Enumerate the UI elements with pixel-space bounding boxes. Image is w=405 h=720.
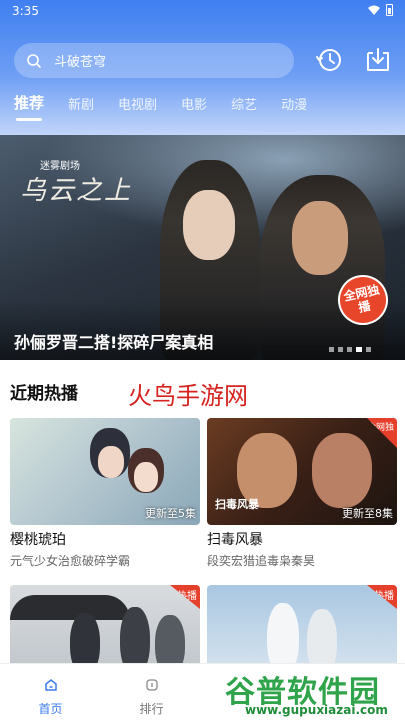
tab-anime[interactable]: 动漫 bbox=[281, 94, 307, 113]
carousel-dot[interactable] bbox=[366, 347, 371, 352]
thumb-face bbox=[312, 433, 372, 508]
show-title: 樱桃琥珀 bbox=[10, 532, 66, 548]
search-icon bbox=[27, 53, 41, 68]
show-description: 段奕宏猎追毒枭秦昊 bbox=[207, 554, 316, 568]
carousel-dot[interactable] bbox=[347, 347, 352, 352]
show-card[interactable]: 热播 bbox=[207, 585, 397, 675]
show-card[interactable]: 更新至5集 樱桃琥珀 元气少女治愈破碎学霸 bbox=[10, 418, 200, 569]
ranking-icon bbox=[145, 679, 158, 691]
battery-icon bbox=[386, 4, 393, 16]
nav-ranking[interactable]: 排行 bbox=[101, 664, 202, 720]
show-description: 元气少女治愈破碎学霸 bbox=[10, 554, 131, 568]
nav-home[interactable]: 首页 bbox=[0, 664, 101, 720]
site-watermark-url: www.gupuxiazai.com bbox=[245, 703, 388, 717]
tab-recommend[interactable]: 推荐 bbox=[14, 92, 44, 121]
banner-caption: 孙俪罗晋二搭!探碎尸案真相 bbox=[14, 333, 214, 352]
carousel-dot[interactable] bbox=[329, 347, 334, 352]
status-icons bbox=[368, 4, 393, 16]
download-icon[interactable] bbox=[363, 45, 393, 75]
tab-movie[interactable]: 电影 bbox=[181, 94, 207, 113]
banner-actress-face bbox=[183, 190, 235, 260]
thumb-face bbox=[134, 462, 158, 492]
show-card[interactable]: 扫毒风暴 全网独播 更新至8集 扫毒风暴 段奕宏猎追毒枭秦昊 bbox=[207, 418, 397, 569]
update-badge: 更新至8集 bbox=[342, 507, 393, 520]
show-card[interactable]: 热播 bbox=[10, 585, 200, 675]
show-thumbnail: 热播 bbox=[10, 585, 200, 675]
banner-show-title: 乌云之上 bbox=[20, 176, 133, 206]
show-thumbnail: 更新至5集 bbox=[10, 418, 200, 525]
carousel-dot[interactable] bbox=[338, 347, 343, 352]
thumb-umbrella bbox=[10, 595, 130, 620]
show-thumbnail: 热播 bbox=[207, 585, 397, 675]
banner-actor-face bbox=[292, 201, 348, 275]
history-icon[interactable] bbox=[315, 45, 345, 75]
thumb-face bbox=[98, 446, 124, 478]
carousel-dots bbox=[329, 347, 371, 352]
nav-home-label: 首页 bbox=[38, 702, 63, 716]
show-title: 扫毒风暴 bbox=[207, 532, 263, 548]
exclusive-tag: 全网独播 bbox=[367, 418, 397, 448]
tab-new-drama[interactable]: 新剧 bbox=[68, 94, 94, 113]
tab-variety[interactable]: 综艺 bbox=[231, 94, 257, 113]
nav-ranking-label: 排行 bbox=[139, 702, 164, 716]
hot-tag: 热播 bbox=[367, 585, 397, 609]
home-icon bbox=[44, 679, 57, 691]
show-thumbnail: 扫毒风暴 全网独播 更新至8集 bbox=[207, 418, 397, 525]
hot-tag: 热播 bbox=[170, 585, 200, 609]
wifi-icon bbox=[368, 5, 380, 15]
category-tabs: 推荐 新剧 电视剧 电影 综艺 动漫 bbox=[14, 92, 331, 121]
status-bar: 3:35 bbox=[0, 0, 405, 24]
thumb-title-art: 扫毒风暴 bbox=[215, 498, 259, 511]
search-input[interactable]: 斗破苍穹 bbox=[54, 51, 106, 70]
update-badge: 更新至5集 bbox=[145, 507, 196, 520]
carousel-dot-active[interactable] bbox=[356, 347, 362, 352]
site-watermark: 谷普软件园 www.gupuxiazai.com bbox=[225, 665, 405, 720]
status-time: 3:35 bbox=[12, 4, 39, 18]
section-title: 近期热播 bbox=[10, 384, 78, 404]
tab-tv-series[interactable]: 电视剧 bbox=[118, 94, 157, 113]
search-bar[interactable]: 斗破苍穹 bbox=[14, 43, 294, 78]
watermark-text: 火鸟手游网 bbox=[128, 382, 248, 410]
